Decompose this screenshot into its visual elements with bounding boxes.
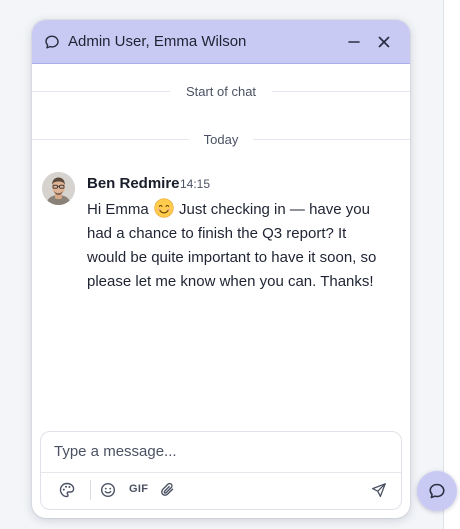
- avatar-photo: [42, 172, 75, 205]
- gif-button[interactable]: GIF: [129, 483, 148, 495]
- theme-button[interactable]: [57, 480, 77, 500]
- minimize-button[interactable]: [344, 32, 364, 52]
- page-scroll-edge: [443, 0, 460, 529]
- palette-icon: [59, 482, 75, 498]
- chat-bubble-icon: [45, 35, 59, 49]
- send-button[interactable]: [369, 480, 389, 500]
- smiling-face-emoji-icon: [154, 198, 174, 218]
- chat-header: Admin User, Emma Wilson: [32, 20, 410, 64]
- message-input[interactable]: [42, 433, 394, 469]
- date-label: Today: [189, 132, 253, 147]
- emoji-button[interactable]: [98, 480, 118, 500]
- emoji-icon: [100, 482, 116, 498]
- close-icon: [378, 36, 390, 48]
- chat-launcher-button[interactable]: [417, 471, 457, 511]
- chat-bubble-icon: [429, 483, 445, 499]
- start-of-chat-label: Start of chat: [171, 84, 271, 99]
- message-text-start: Hi Emma: [87, 201, 149, 218]
- attach-button[interactable]: [158, 480, 178, 500]
- send-icon: [371, 483, 386, 498]
- minimize-icon: [348, 41, 360, 43]
- attachment-icon: [161, 482, 174, 496]
- chat-window: Admin User, Emma Wilson Start of chat To…: [32, 20, 410, 518]
- message-text: Hi Emma Just checking in — have you had …: [87, 198, 387, 294]
- start-of-chat-divider: Start of chat: [32, 83, 410, 101]
- sender-name: Ben Redmire: [87, 175, 180, 192]
- chat-title: Admin User, Emma Wilson: [68, 33, 247, 50]
- composer-divider: [41, 472, 401, 473]
- close-button[interactable]: [374, 32, 394, 52]
- toolbar-separator: [90, 480, 91, 500]
- avatar[interactable]: [42, 172, 75, 205]
- message-timestamp: 14:15: [180, 177, 211, 191]
- message-composer: GIF: [40, 431, 402, 510]
- date-divider: Today: [32, 131, 410, 149]
